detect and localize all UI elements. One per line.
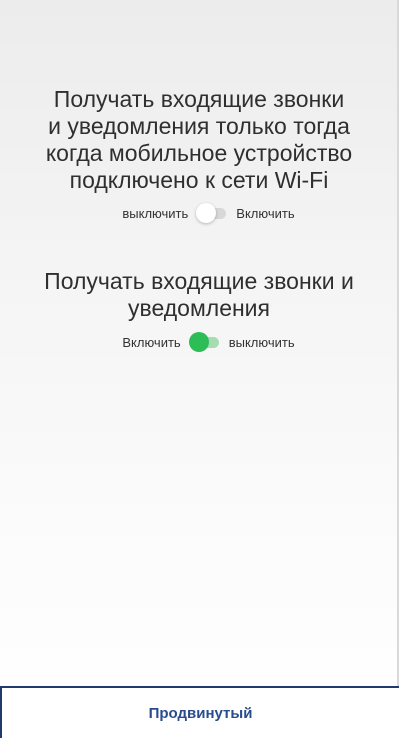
wifi-only-section: Получать входящие звонки и уведомления т… <box>0 86 399 223</box>
calls-notifications-toggle-row: Включить выключить <box>18 332 399 352</box>
settings-screen: Получать входящие звонки и уведомления т… <box>0 0 399 738</box>
wifi-only-toggle-row: выключить Включить <box>18 203 399 223</box>
wifi-only-switch[interactable] <box>196 203 228 223</box>
calls-notifications-section: Получать входящие звонки и уведомления В… <box>0 268 399 352</box>
wifi-only-title: Получать входящие звонки и уведомления т… <box>45 86 353 193</box>
switch-thumb <box>196 203 217 223</box>
advanced-button[interactable]: Продвинутый <box>2 688 399 738</box>
calls-notifications-left-label: Включить <box>122 334 181 350</box>
footer-bar: Продвинутый <box>0 686 399 738</box>
calls-notifications-switch[interactable] <box>188 332 221 352</box>
wifi-only-right-label: Включить <box>236 205 295 221</box>
switch-thumb <box>188 332 209 352</box>
calls-notifications-title: Получать входящие звонки и уведомления <box>44 268 354 321</box>
calls-notifications-right-label: выключить <box>228 334 295 350</box>
wifi-only-left-label: выключить <box>122 205 189 221</box>
